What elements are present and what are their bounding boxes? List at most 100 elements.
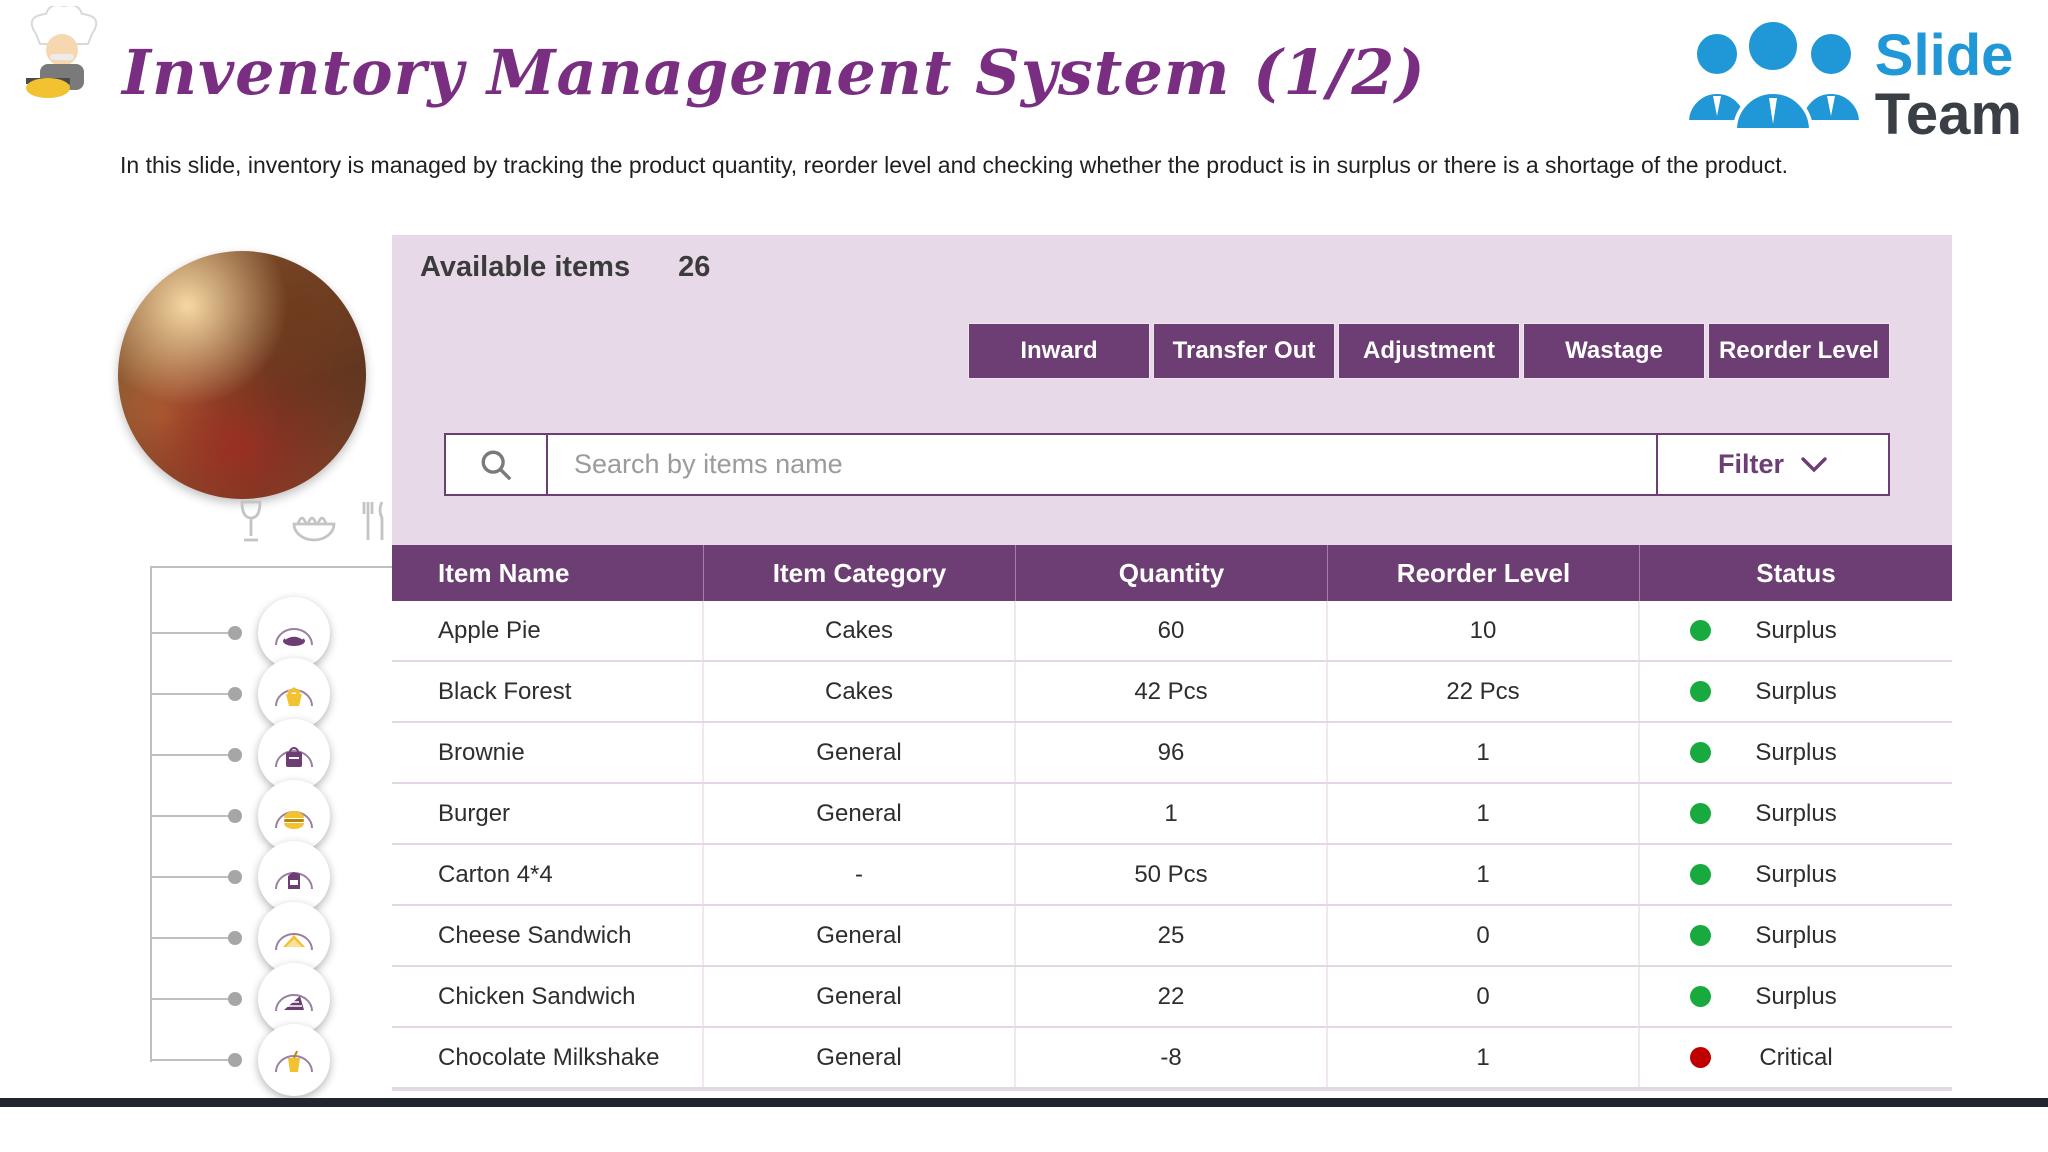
reorder-level-button[interactable]: Reorder Level <box>1708 323 1890 379</box>
restaurant-photo <box>118 251 366 499</box>
quantity-cell: 50 Pcs <box>1016 845 1328 904</box>
reorder-level-cell: 1 <box>1328 784 1640 843</box>
people-icon <box>1684 18 1863 132</box>
drink-cup-icon <box>258 1023 330 1096</box>
item-name-cell: Chocolate Milkshake <box>392 1028 704 1087</box>
item-category-cell: - <box>704 845 1016 904</box>
item-category-cell: General <box>704 1028 1016 1087</box>
status-cell: Surplus <box>1640 845 1952 904</box>
table-row[interactable]: Carton 4*4 - 50 Pcs 1 Surplus <box>392 845 1952 906</box>
inventory-panel: Available items 26 Inward Transfer Out A… <box>392 235 1952 1091</box>
status-label: Surplus <box>1755 799 1837 827</box>
wine-glass-icon <box>240 500 262 542</box>
status-dot <box>1690 925 1711 946</box>
status-cell: Surplus <box>1640 723 1952 782</box>
status-label: Surplus <box>1755 982 1837 1010</box>
brand-slide-text: Slide <box>1874 22 2014 88</box>
timeline-item <box>150 596 340 669</box>
noodle-dish-icon <box>292 516 336 542</box>
item-name-cell: Apple Pie <box>392 601 704 660</box>
brand-logo: Slide Team <box>1679 14 2022 156</box>
footer-bar <box>0 1098 2048 1107</box>
item-category-cell: Cakes <box>704 601 1016 660</box>
item-name-cell: Carton 4*4 <box>392 845 704 904</box>
status-dot <box>1690 681 1711 702</box>
filter-label: Filter <box>1717 449 1784 479</box>
item-category-cell: General <box>704 723 1016 782</box>
filter-dropdown[interactable]: Filter <box>1656 435 1888 494</box>
table-row[interactable]: Chicken Sandwich General 22 0 Surplus <box>392 967 1952 1028</box>
quantity-cell: 42 Pcs <box>1016 662 1328 721</box>
timeline-item <box>150 1023 340 1096</box>
table-row[interactable]: Burger General 1 1 Surplus <box>392 784 1952 845</box>
reorder-level-cell: 1 <box>1328 723 1640 782</box>
search-input[interactable] <box>548 435 1656 494</box>
reorder-level-cell: 0 <box>1328 967 1640 1026</box>
timeline-item <box>150 718 340 791</box>
status-label: Surplus <box>1755 616 1837 644</box>
item-name-cell: Black Forest <box>392 662 704 721</box>
timeline-item <box>150 657 340 730</box>
quantity-cell: 22 <box>1016 967 1328 1026</box>
page-subtitle: In this slide, inventory is managed by t… <box>120 152 1788 178</box>
search-icon[interactable] <box>446 435 548 494</box>
col-item-name: Item Name <box>392 545 704 601</box>
item-name-cell: Brownie <box>392 723 704 782</box>
table-row[interactable]: Black Forest Cakes 42 Pcs 22 Pcs Surplus <box>392 662 1952 723</box>
status-cell: Surplus <box>1640 784 1952 843</box>
chevron-down-icon <box>1801 456 1827 472</box>
col-reorder-level: Reorder Level <box>1328 545 1640 601</box>
reorder-level-cell: 1 <box>1328 845 1640 904</box>
table-header: Item Name Item Category Quantity Reorder… <box>392 545 1952 601</box>
timeline-item <box>150 840 340 913</box>
item-name-cell: Burger <box>392 784 704 843</box>
status-label: Critical <box>1759 1043 1833 1071</box>
inventory-table: Item Name Item Category Quantity Reorder… <box>392 545 1952 1089</box>
search-bar: Filter <box>444 433 1890 496</box>
item-name-cell: Chicken Sandwich <box>392 967 704 1026</box>
table-row[interactable]: Brownie General 96 1 Surplus <box>392 723 1952 784</box>
action-buttons: Inward Transfer Out Adjustment Wastage R… <box>968 323 1890 379</box>
page-title: Inventory Management System (1/2) <box>122 36 1426 109</box>
reorder-level-cell: 1 <box>1328 1028 1640 1087</box>
status-label: Surplus <box>1755 860 1837 888</box>
status-dot <box>1690 620 1711 641</box>
quantity-cell: 1 <box>1016 784 1328 843</box>
transfer-out-button[interactable]: Transfer Out <box>1153 323 1335 379</box>
table-row[interactable]: Cheese Sandwich General 25 0 Surplus <box>392 906 1952 967</box>
table-row[interactable]: Chocolate Milkshake General -8 1 Critica… <box>392 1028 1952 1089</box>
timeline-item <box>150 901 340 974</box>
wastage-button[interactable]: Wastage <box>1523 323 1705 379</box>
reorder-level-cell: 10 <box>1328 601 1640 660</box>
cutlery-icon <box>362 501 384 540</box>
col-item-category: Item Category <box>704 545 1016 601</box>
available-items-count: 26 <box>678 251 711 283</box>
reorder-level-cell: 0 <box>1328 906 1640 965</box>
status-label: Surplus <box>1755 677 1837 705</box>
table-row[interactable]: Apple Pie Cakes 60 10 Surplus <box>392 601 1952 662</box>
status-cell: Surplus <box>1640 967 1952 1026</box>
status-label: Surplus <box>1755 738 1837 766</box>
timeline-item <box>150 962 340 1035</box>
status-dot <box>1690 742 1711 763</box>
col-quantity: Quantity <box>1016 545 1328 601</box>
timeline-item <box>150 779 340 852</box>
item-category-cell: General <box>704 967 1016 1026</box>
quantity-cell: 96 <box>1016 723 1328 782</box>
available-items-label: Available items <box>420 251 631 283</box>
chef-logo-icon <box>20 4 106 103</box>
adjustment-button[interactable]: Adjustment <box>1338 323 1520 379</box>
reorder-level-cell: 22 Pcs <box>1328 662 1640 721</box>
status-label: Surplus <box>1755 921 1837 949</box>
brand-team-text: Team <box>1874 82 2022 147</box>
item-category-cell: General <box>704 906 1016 965</box>
horizontal-divider <box>150 566 392 568</box>
food-timeline <box>150 596 340 1096</box>
status-cell: Surplus <box>1640 662 1952 721</box>
status-dot <box>1690 864 1711 885</box>
inward-button[interactable]: Inward <box>968 323 1150 379</box>
item-category-cell: Cakes <box>704 662 1016 721</box>
status-cell: Surplus <box>1640 906 1952 965</box>
col-status: Status <box>1756 557 1836 588</box>
status-dot <box>1690 986 1711 1007</box>
